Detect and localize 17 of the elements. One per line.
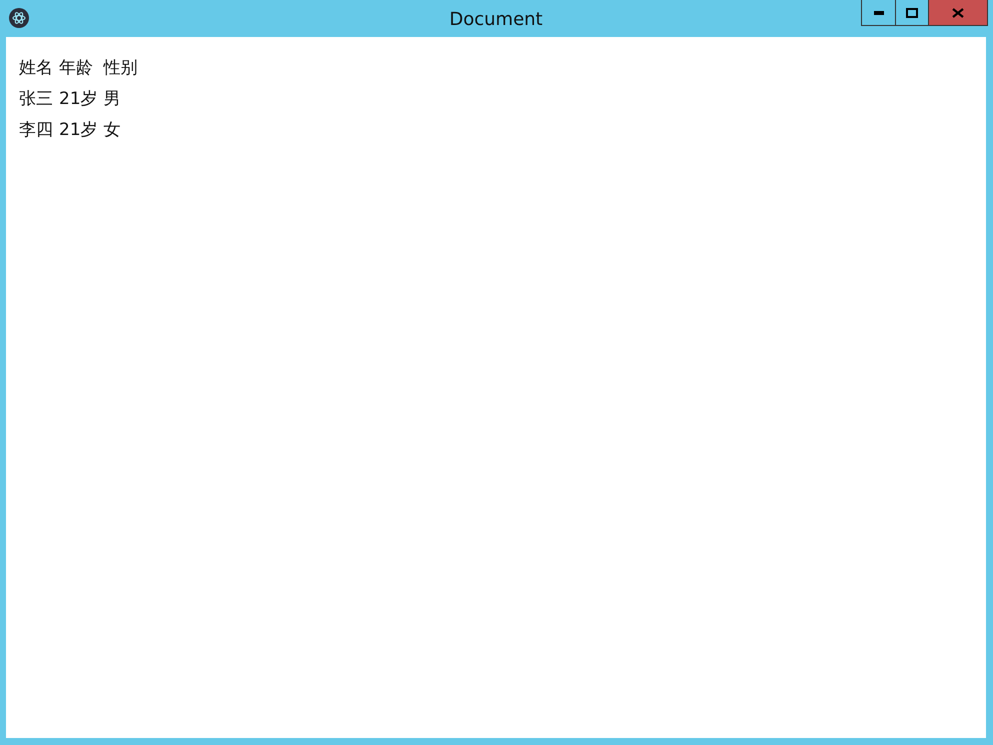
table-cell: 21岁 (59, 115, 104, 146)
column-header: 姓名 (19, 53, 59, 84)
table-cell-text: 张三 (19, 88, 54, 111)
column-header: 年龄 (59, 53, 104, 84)
minimize-icon (874, 10, 884, 14)
minimize-button[interactable] (861, 0, 896, 26)
table-cell-text: 21岁 (59, 88, 99, 111)
window-title: Document (449, 8, 543, 32)
column-header: 性别 (104, 57, 139, 80)
close-button[interactable] (929, 0, 988, 26)
table-cell-text: 女 (104, 119, 122, 142)
table-cell-text: 男 (104, 88, 122, 111)
maximize-button[interactable] (896, 0, 929, 26)
maximize-icon (906, 8, 918, 18)
table-cell-text: 李四 (19, 119, 54, 142)
app-icon (9, 8, 29, 28)
close-icon (952, 8, 964, 18)
